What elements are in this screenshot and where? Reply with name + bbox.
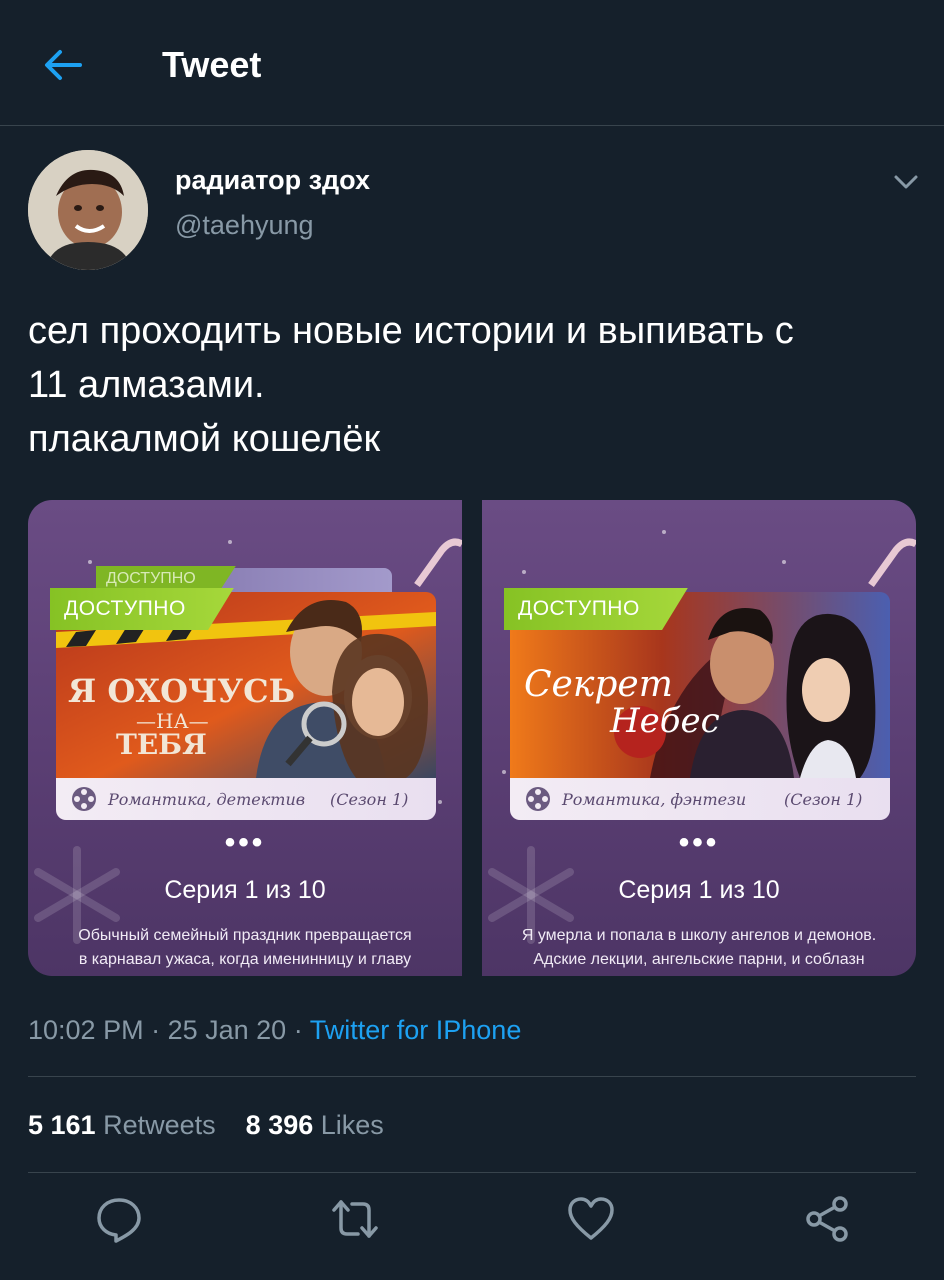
- story-description: Я умерла и попала в школу ангелов и демо…: [492, 924, 906, 972]
- tweet-date: 25 Jan 20: [167, 1015, 287, 1045]
- candy-cane-icon: [414, 538, 462, 588]
- film-reel-icon: [72, 787, 96, 811]
- retweet-count[interactable]: 5 161: [28, 1110, 96, 1140]
- description-line: Обычный семейный праздник превращается: [78, 927, 412, 944]
- media-image-2[interactable]: Секрет Небес Романтика, фэнтези (Сезон 1…: [482, 500, 916, 976]
- description-line: в карнавал ужаса, когда именинницу и гла…: [78, 951, 412, 968]
- retweet-icon[interactable]: [330, 1194, 380, 1244]
- series-label: Серия 1 из 10: [618, 876, 780, 904]
- top-bar: Tweet: [0, 0, 944, 126]
- description-line: Я умерла и попала в школу ангелов и демо…: [521, 927, 877, 944]
- story-genre: Романтика, фэнтези: [562, 789, 747, 809]
- tweet-line: плакалмой кошелёк: [28, 418, 381, 460]
- back-arrow-icon[interactable]: [40, 42, 86, 88]
- available-tag: ДОСТУПНО: [504, 588, 688, 630]
- page-title: Tweet: [162, 44, 262, 85]
- story-description: Обычный семейный праздник превращается в…: [38, 924, 452, 972]
- like-icon[interactable]: [566, 1194, 616, 1244]
- description-line: Адские лекции, ангельские парни, и собла…: [533, 951, 865, 968]
- story-title-line: Секрет: [524, 664, 673, 705]
- chevron-down-icon[interactable]: [890, 166, 922, 198]
- tweet-text: сел проходить новые истории и выпивать с…: [28, 304, 918, 466]
- story-title-line: Небес: [609, 701, 720, 741]
- divider: [28, 1172, 916, 1173]
- author-handle[interactable]: @taehyung: [175, 208, 314, 242]
- likes-label[interactable]: Likes: [321, 1110, 384, 1140]
- more-dots: •••: [678, 826, 720, 859]
- tweet-source-link[interactable]: Twitter for IPhone: [310, 1015, 522, 1045]
- story-info-bar: Романтика, фэнтези (Сезон 1): [510, 778, 890, 820]
- tweet-media[interactable]: ДОСТУПНО Я ОХОЧУСЬ —НА— ТЕБЯ Романтика, …: [28, 500, 916, 976]
- retweets-label[interactable]: Retweets: [103, 1110, 216, 1140]
- media-image-1[interactable]: ДОСТУПНО Я ОХОЧУСЬ —НА— ТЕБЯ Романтика, …: [28, 500, 462, 976]
- story-genre: Романтика, детектив: [108, 789, 306, 809]
- more-dots: •••: [224, 826, 266, 859]
- share-icon[interactable]: [802, 1194, 852, 1244]
- tweet-actions: [0, 1194, 944, 1254]
- tweet-line: сел проходить новые истории и выпивать с: [28, 310, 794, 352]
- reply-icon[interactable]: [94, 1194, 144, 1244]
- tweet-line: 11 алмазами.: [28, 364, 265, 406]
- tweet-meta: 10:02 PM · 25 Jan 20 · Twitter for IPhon…: [28, 1015, 522, 1045]
- author-name[interactable]: радиатор здох: [175, 163, 370, 197]
- film-reel-icon: [526, 787, 550, 811]
- story-season: (Сезон 1): [784, 789, 863, 809]
- story-season: (Сезон 1): [330, 789, 409, 809]
- avatar[interactable]: [28, 150, 148, 270]
- tweet-time: 10:02 PM: [28, 1015, 144, 1045]
- tweet-stats: 5 161 Retweets 8 396 Likes: [28, 1107, 384, 1143]
- like-count[interactable]: 8 396: [246, 1110, 314, 1140]
- available-tag: ДОСТУПНО: [50, 588, 234, 630]
- series-label: Серия 1 из 10: [164, 876, 326, 904]
- story-title-line: ТЕБЯ: [116, 728, 207, 761]
- story-info-bar: Романтика, детектив (Сезон 1): [56, 778, 436, 820]
- story-title-line: Я ОХОЧУСЬ: [68, 672, 295, 710]
- candy-cane-icon: [868, 538, 916, 588]
- divider: [28, 1076, 916, 1077]
